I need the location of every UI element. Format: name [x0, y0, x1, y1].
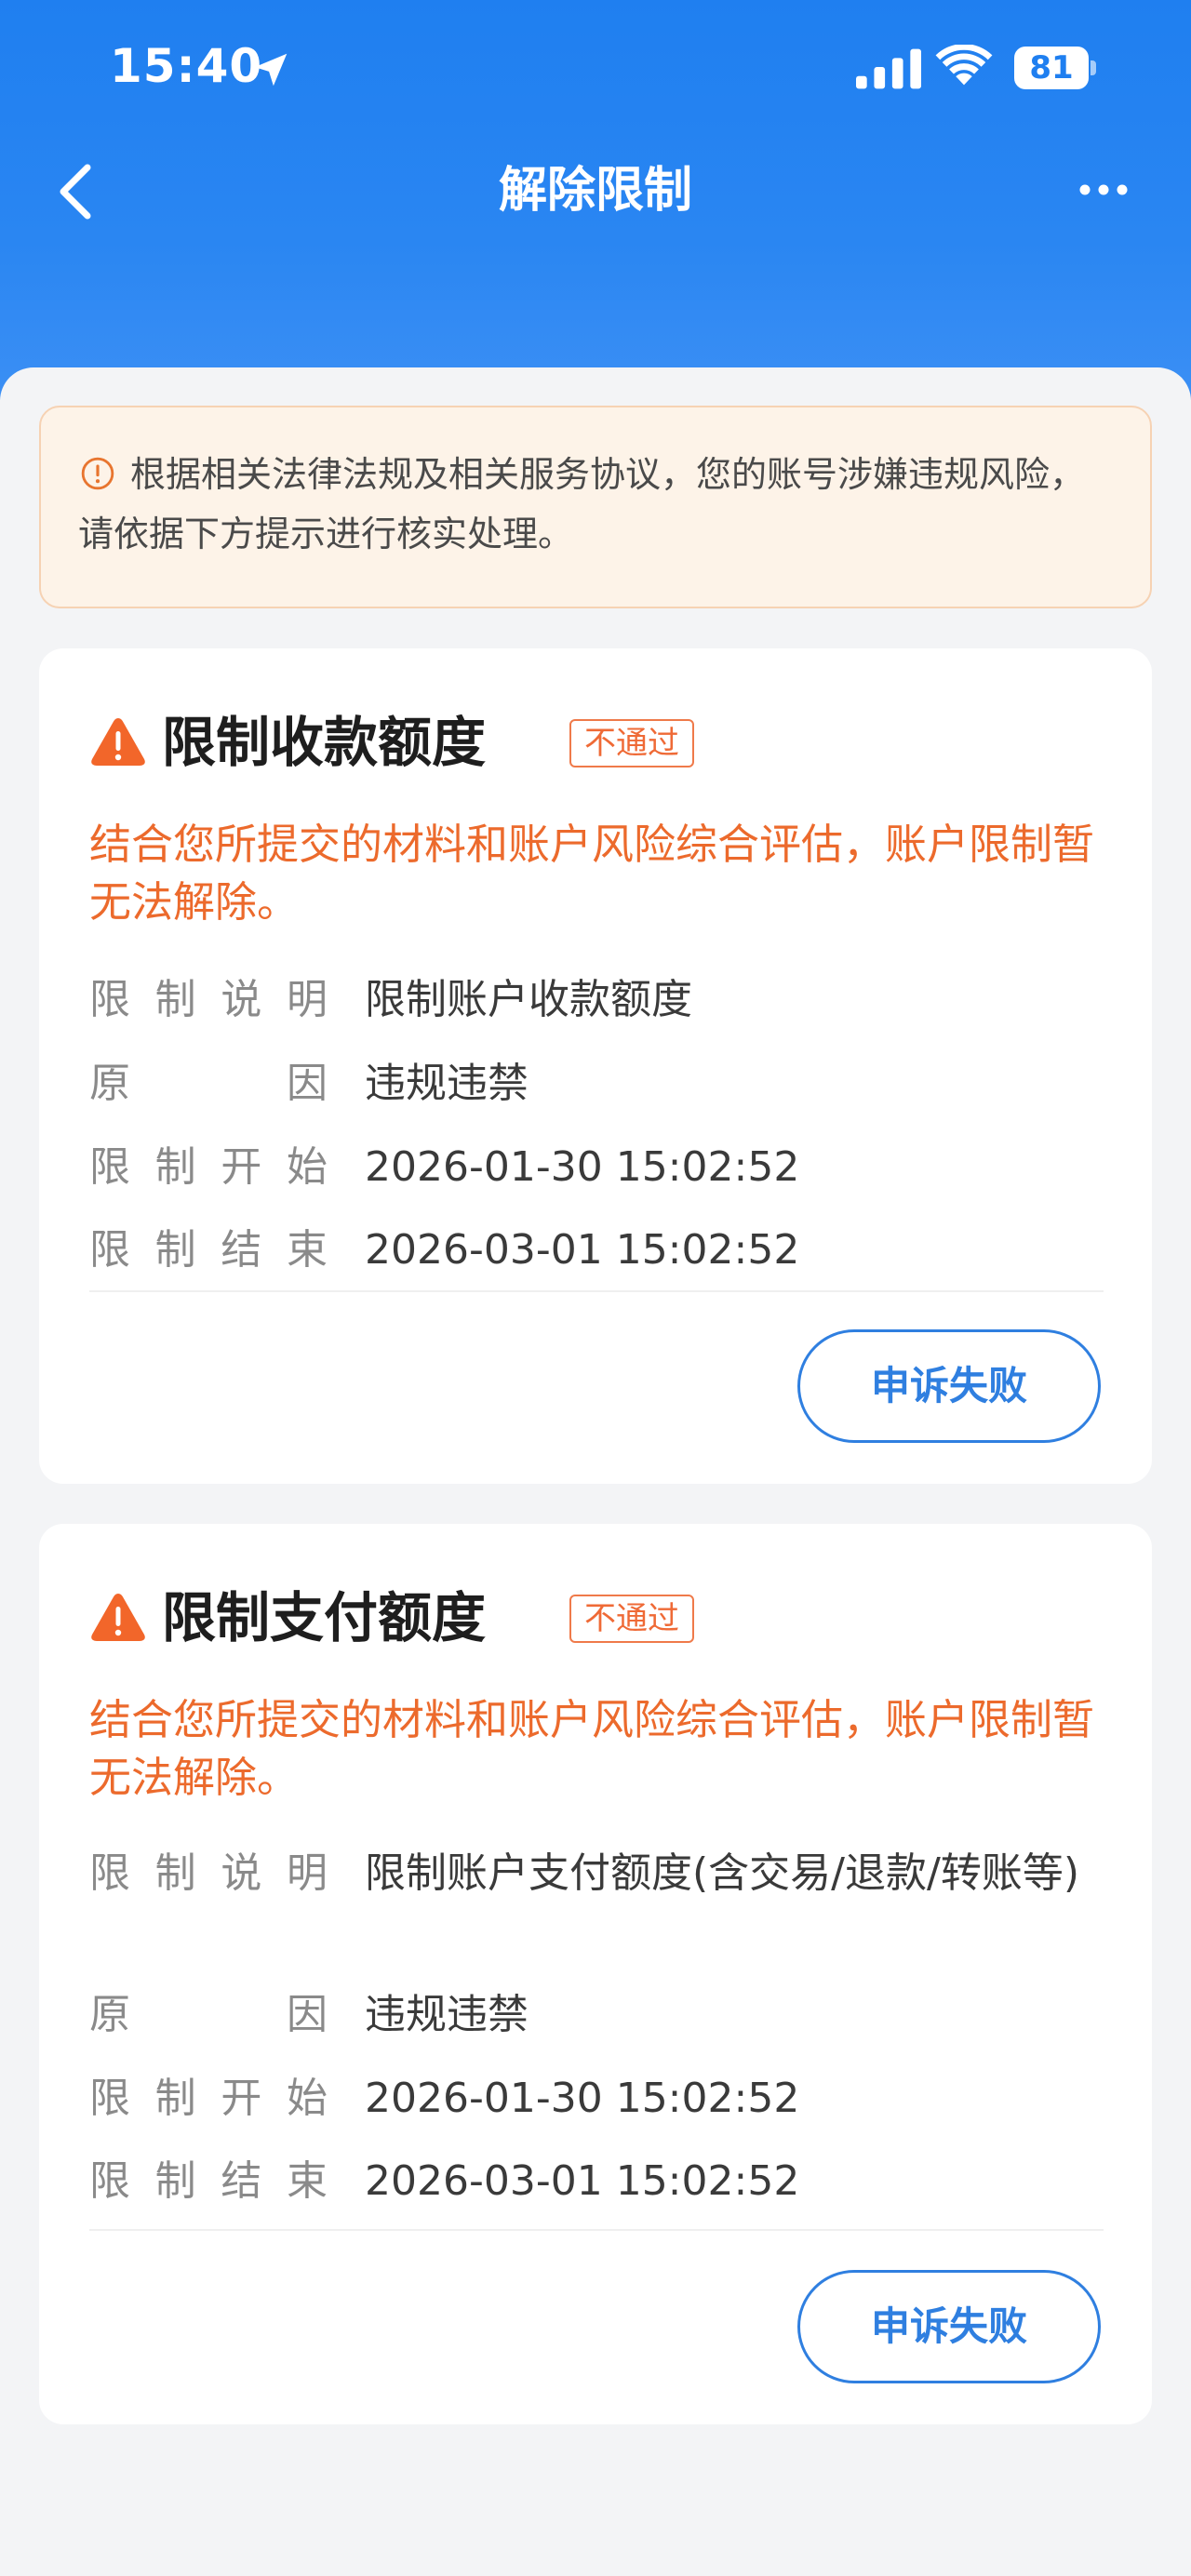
card-header: 限制收款额度 不通过: [89, 706, 1113, 781]
info-circle-icon: [81, 457, 114, 490]
warning-triangle-icon: [91, 1594, 145, 1641]
header: 15:40 81 解除限制: [0, 0, 1191, 400]
card-header: 限制支付额度 不通过: [89, 1582, 1113, 1656]
page-title: 解除限制: [498, 163, 692, 219]
status-badge: 不通过: [569, 1595, 694, 1643]
card-description: 结合您所提交的材料和账户风险综合评估，账户限制暂无法解除。: [89, 1695, 1095, 1802]
row-value: 2026-01-30 15:02:52: [365, 1143, 800, 1191]
appeal-failed-button[interactable]: 申诉失败: [797, 1329, 1101, 1443]
status-badge: 不通过: [569, 719, 694, 767]
divider: [89, 2229, 1104, 2231]
notice-text: 根据相关法律法规及相关服务协议，您的账号涉嫌违规风险，请依据下方提示进行核实处理…: [78, 454, 1086, 554]
row-value: 2026-01-30 15:02:52: [365, 2075, 800, 2122]
status-bar: 15:40 81: [0, 0, 1191, 140]
row-value: 2026-03-01 15:02:52: [365, 2157, 800, 2205]
more-dots-icon[interactable]: [1077, 180, 1130, 199]
warning-triangle-icon: [91, 718, 145, 766]
nav-bar: 解除限制: [0, 140, 1191, 247]
row-label: 限制说明: [89, 976, 328, 1023]
battery-tip: [1091, 60, 1096, 75]
row-label: 限制结束: [89, 2157, 328, 2205]
cellular-signal-icon: [856, 48, 921, 89]
battery-icon: 81: [1014, 47, 1096, 89]
row-value: 限制账户支付额度(含交易/退款/转账等): [365, 1849, 1079, 1897]
card-description: 结合您所提交的材料和账户风险综合评估，账户限制暂无法解除。: [89, 820, 1095, 927]
restriction-card: 限制支付额度 不通过 结合您所提交的材料和账户风险综合评估，账户限制暂无法解除。…: [39, 1524, 1152, 2424]
row-label: 限制开始: [89, 1143, 328, 1191]
card-title: 限制支付额度: [162, 1586, 487, 1649]
row-label: 原因: [89, 1991, 328, 2038]
row-value: 违规违禁: [365, 1060, 529, 1107]
row-label: 限制结束: [89, 1226, 328, 1274]
row-label: 限制开始: [89, 2075, 328, 2122]
row-value: 2026-03-01 15:02:52: [365, 1226, 800, 1274]
card-title: 限制收款额度: [162, 711, 487, 774]
divider: [89, 1290, 1104, 1292]
location-arrow-icon: [254, 53, 288, 87]
row-label: 原因: [89, 1060, 328, 1107]
status-time: 15:40: [110, 39, 263, 93]
page: 15:40 81 解除限制 根据相关法律法规及相关服务协议，您的账号涉嫌违规风险…: [0, 0, 1191, 2576]
appeal-failed-button[interactable]: 申诉失败: [797, 2270, 1101, 2383]
wifi-icon: [935, 45, 993, 86]
battery-level: 81: [1014, 47, 1089, 89]
row-label: 限制说明: [89, 1849, 328, 1897]
row-value: 限制账户收款额度: [365, 976, 692, 1023]
restriction-card: 限制收款额度 不通过 结合您所提交的材料和账户风险综合评估，账户限制暂无法解除。…: [39, 648, 1152, 1484]
row-value: 违规违禁: [365, 1991, 529, 2038]
risk-notice: 根据相关法律法规及相关服务协议，您的账号涉嫌违规风险，请依据下方提示进行核实处理…: [39, 406, 1152, 608]
